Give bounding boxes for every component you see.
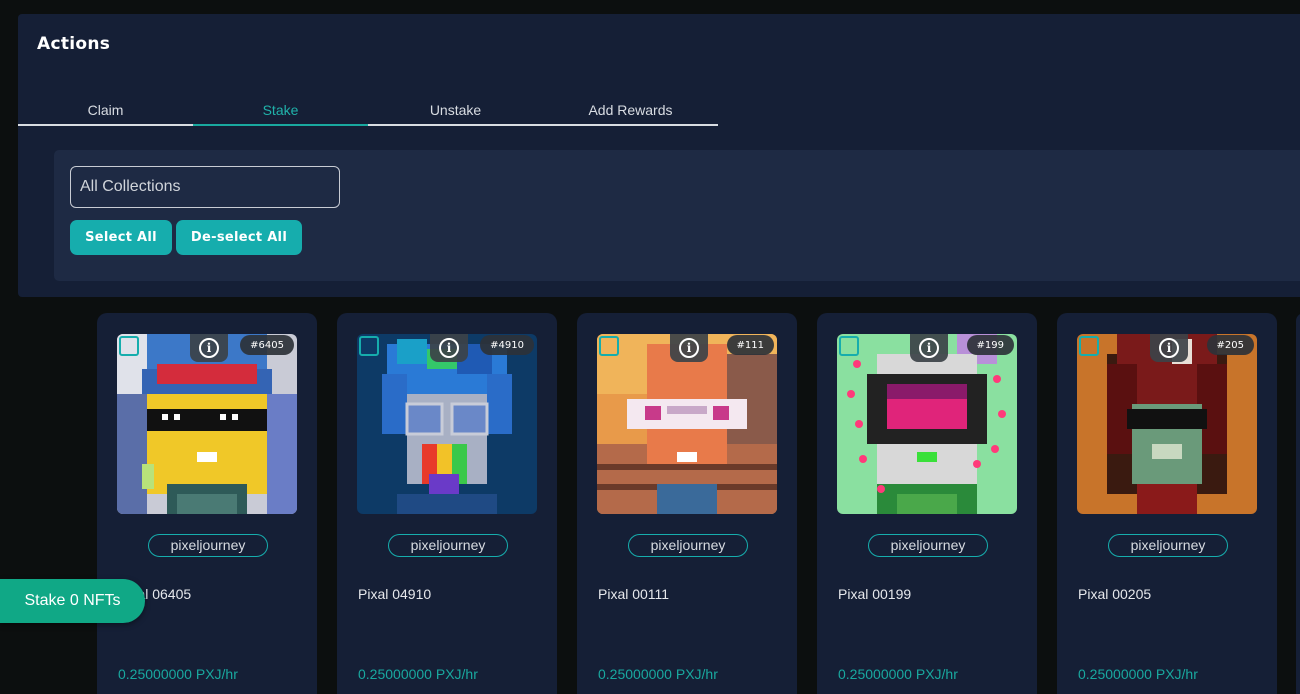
info-button[interactable]: i <box>910 334 948 362</box>
id-badge: #199 <box>966 335 1014 355</box>
collection-pill: pixeljourney <box>148 534 268 557</box>
collection-pill: pixeljourney <box>388 534 508 557</box>
actions-panel: Actions Claim Stake Unstake Add Rewards … <box>18 14 1300 297</box>
nft-image[interactable]: i #6405 <box>117 334 297 514</box>
id-badge: #4910 <box>480 335 534 355</box>
nft-image[interactable]: i #199 <box>837 334 1017 514</box>
collection-pill: pixeljourney <box>628 534 748 557</box>
select-all-button[interactable]: Select All <box>70 220 172 255</box>
nft-name: Pixal 00199 <box>838 586 912 602</box>
info-icon: i <box>1159 338 1179 358</box>
info-button[interactable]: i <box>430 334 468 362</box>
info-button[interactable]: i <box>1150 334 1188 362</box>
id-badge: #205 <box>1206 335 1254 355</box>
collection-pill: pixeljourney <box>1108 534 1228 557</box>
panel-title: Actions <box>37 34 111 54</box>
nft-card[interactable]: i #4910 pixeljourney Pixal 04910 0.25000… <box>337 313 557 694</box>
info-icon: i <box>199 338 219 358</box>
info-button[interactable]: i <box>190 334 228 362</box>
tab-claim[interactable]: Claim <box>18 100 193 124</box>
deselect-all-button[interactable]: De-select All <box>176 220 302 255</box>
id-badge: #111 <box>726 335 774 355</box>
nft-rate: 0.25000000 PXJ/hr <box>358 666 478 682</box>
collection-pill: pixeljourney <box>868 534 988 557</box>
nft-card[interactable]: i #199 pixeljourney Pixal 00199 0.250000… <box>817 313 1037 694</box>
id-badge: #6405 <box>240 335 294 355</box>
tab-unstake[interactable]: Unstake <box>368 100 543 124</box>
nft-card[interactable]: i #6405 pixeljourney Pixal 06405 0.25000… <box>97 313 317 694</box>
info-icon: i <box>679 338 699 358</box>
nft-image[interactable]: i #111 <box>597 334 777 514</box>
nft-name: Pixal 00111 <box>598 586 670 602</box>
nft-image[interactable]: i #4910 <box>357 334 537 514</box>
select-checkbox[interactable] <box>359 336 379 356</box>
nft-name: Pixal 04910 <box>358 586 432 602</box>
tab-stake[interactable]: Stake <box>193 100 368 126</box>
info-icon: i <box>439 338 459 358</box>
nft-card[interactable]: i #205 pixeljourney Pixal 00205 0.250000… <box>1057 313 1277 694</box>
nft-name: Pixal 00205 <box>1078 586 1152 602</box>
select-checkbox[interactable] <box>119 336 139 356</box>
nft-card[interactable]: i #111 pixeljourney Pixal 00111 0.250000… <box>577 313 797 694</box>
nft-rate: 0.25000000 PXJ/hr <box>1078 666 1198 682</box>
nft-rate: 0.25000000 PXJ/hr <box>838 666 958 682</box>
nft-rate: 0.25000000 PXJ/hr <box>118 666 238 682</box>
tab-add-rewards[interactable]: Add Rewards <box>543 100 718 124</box>
info-button[interactable]: i <box>670 334 708 362</box>
nft-image[interactable]: i #205 <box>1077 334 1257 514</box>
nft-rate: 0.25000000 PXJ/hr <box>598 666 718 682</box>
select-checkbox[interactable] <box>599 336 619 356</box>
stake-nfts-button[interactable]: Stake 0 NFTs <box>0 579 145 623</box>
filter-box: All Collections Select All De-select All <box>54 150 1300 281</box>
next-card-edge <box>1296 313 1300 694</box>
select-checkbox[interactable] <box>839 336 859 356</box>
action-tabs: Claim Stake Unstake Add Rewards <box>18 100 718 126</box>
info-icon: i <box>919 338 939 358</box>
select-checkbox[interactable] <box>1079 336 1099 356</box>
collection-select[interactable]: All Collections <box>70 166 340 208</box>
